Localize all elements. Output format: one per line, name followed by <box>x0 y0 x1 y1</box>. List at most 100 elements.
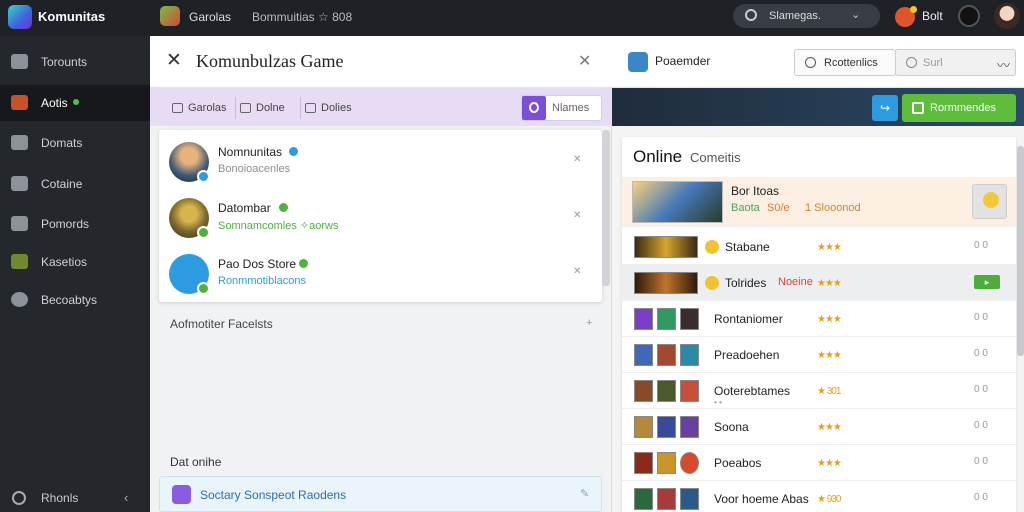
game-thumbnail <box>634 416 653 438</box>
sidebar-item-label: Kasetios <box>41 255 88 269</box>
app-logo-icon[interactable] <box>8 5 32 29</box>
game-thumbnail <box>680 380 699 402</box>
sidebar-item-label: Domats <box>41 136 83 150</box>
panel-header: Poaemder Rcottenlics Surl 〰 <box>612 36 1024 88</box>
refresh-icon[interactable] <box>628 52 648 72</box>
game-tile-icon <box>11 95 28 110</box>
tab-dolne[interactable]: Dolne <box>235 97 285 119</box>
verified-icon <box>299 259 308 268</box>
game-thumbnail <box>657 380 676 402</box>
play-button[interactable]: ▸ <box>974 275 1000 289</box>
game-thumbnail <box>634 452 653 474</box>
recommendations-button[interactable]: Rcottenlics <box>794 49 896 76</box>
smile-icon <box>705 240 719 254</box>
rating: ★★★ <box>817 458 842 469</box>
sidebar-item-kasetios[interactable]: Kasetios <box>0 244 150 280</box>
list-item[interactable]: Stabane ★★★ 0 0 <box>622 229 1016 265</box>
game-thumbnail <box>634 380 653 402</box>
add-icon[interactable]: + <box>586 317 592 329</box>
sidebar-bottom[interactable]: Rhonls ‹ <box>0 478 150 512</box>
friend-list: Nomnunitas Bonoioacenles ✕ Datombar Somn… <box>159 130 602 302</box>
verified-icon <box>279 203 288 212</box>
game-name: Soona <box>714 420 749 434</box>
game-icon[interactable] <box>160 6 180 26</box>
list-item[interactable]: Soona ★★★ 0 0 <box>622 409 1016 445</box>
rating: ★★★ <box>817 422 842 433</box>
tab-label: Garolas <box>188 102 227 114</box>
game-thumbnail <box>657 416 676 438</box>
featured-game[interactable]: Bor Itoas Baota S0/e 1 Slooonod <box>622 177 1016 227</box>
rating: ★★★ <box>817 278 842 289</box>
edit-icon[interactable]: ✎ <box>580 487 589 500</box>
react-button[interactable] <box>972 184 1007 219</box>
sidebar-item-becoabtys[interactable]: Becoabtys <box>0 282 150 318</box>
avatar-dark-icon[interactable] <box>958 5 980 27</box>
list-item[interactable]: Rontaniomer ★★★ 0 0 <box>622 301 1016 337</box>
sidebar-item-torounts[interactable]: Torounts <box>0 44 150 80</box>
game-thumbnail <box>634 344 653 366</box>
sidebar-item-domats[interactable]: Domats <box>0 125 150 161</box>
dismiss-icon[interactable]: ✕ <box>573 266 581 277</box>
game-thumbnail <box>680 452 699 474</box>
list-item[interactable]: Pao Dos Store Ronmmotiblacons ✕ <box>159 244 602 300</box>
list-icon <box>11 54 28 69</box>
game-thumbnail <box>634 236 698 258</box>
status-badge <box>197 170 210 183</box>
list-item[interactable]: Nomnunitas Bonoioacenles ✕ <box>159 132 602 188</box>
character-icon <box>11 254 28 269</box>
panel-search-input[interactable]: Surl 〰 <box>895 49 1016 76</box>
game-thumbnail <box>657 488 676 510</box>
close-icon[interactable]: ✕ <box>578 51 591 71</box>
game-thumbnail <box>632 181 723 223</box>
check-icon <box>912 102 924 114</box>
dialog-tabs: Garolas Dolne Dolies Nlames <box>150 88 612 126</box>
sidebar-item-cotaine[interactable]: Cotaine <box>0 166 150 202</box>
share-button[interactable]: ↪ <box>872 95 898 121</box>
game-thumbnail <box>657 308 676 330</box>
recommend-button[interactable]: Rormmendes <box>902 94 1016 122</box>
list-item[interactable]: Datombar Somnamcomles ✧aorws ✕ <box>159 188 602 244</box>
lock-icon <box>305 103 316 113</box>
tab-label: Dolies <box>321 102 352 114</box>
game-name: Preadoehen <box>714 348 780 362</box>
puzzle-icon <box>11 135 28 150</box>
online-subtitle: Comeitis <box>690 150 741 165</box>
page-count: 0 0 <box>974 312 988 323</box>
chevron-left-icon[interactable]: ‹ <box>124 490 128 505</box>
online-dot <box>73 99 79 105</box>
list-item[interactable]: Voor hoeme Abas ★ 930 0 0 <box>622 481 1016 512</box>
nav-item[interactable]: Garolas <box>189 10 231 24</box>
close-icon[interactable]: ✕ <box>166 49 182 72</box>
game-dialog: ✕ Komunbulzas Game ✕ Garolas Dolne Dolie… <box>150 36 612 512</box>
dismiss-icon[interactable]: ✕ <box>573 210 581 221</box>
game-meta: • • <box>714 398 722 407</box>
list-item[interactable]: Tolrides Noeine ★★★ ▸ <box>622 265 1016 301</box>
sidebar-item-aotis[interactable]: Aotis <box>0 85 150 121</box>
sidebar-item-pomords[interactable]: Pomords <box>0 206 150 242</box>
game-thumbnail <box>657 344 676 366</box>
right-panel: Poaemder Rcottenlics Surl 〰 ↪ Rormmendes… <box>612 36 1024 512</box>
list-item[interactable]: Poeabos ★★★ 0 0 <box>622 445 1016 481</box>
scrollbar[interactable] <box>602 130 610 286</box>
tab-garolas[interactable]: Garolas <box>168 97 227 119</box>
dialog-search[interactable]: Nlames <box>521 95 602 121</box>
sidebar-item-label: Becoabtys <box>41 293 98 307</box>
top-search[interactable]: Slamegas. ⌄ <box>733 4 880 28</box>
scrollbar[interactable] <box>1017 146 1024 356</box>
wave-icon[interactable]: 〰 <box>997 55 1010 74</box>
dismiss-icon[interactable]: ✕ <box>573 154 581 165</box>
avatar-user-icon[interactable] <box>994 3 1020 29</box>
search-button[interactable] <box>522 96 546 120</box>
sidebar: Torounts Aotis Domats Cotaine Pomords Ka… <box>0 36 150 512</box>
list-item[interactable]: Preadoehen ★★★ 0 0 <box>622 337 1016 373</box>
notification-bar[interactable]: Soctary Sonspeot Raodens ✎ <box>159 476 602 512</box>
friend-name: Nomnunitas <box>218 145 283 159</box>
nav-item[interactable]: Bommuitias ☆ 808 <box>252 10 352 24</box>
friend-status: Bonoioacenles <box>218 163 291 175</box>
list-item[interactable]: Ooterebtames • • ★ 301 0 0 <box>622 373 1016 409</box>
chevron-down-icon[interactable]: ⌄ <box>851 8 860 21</box>
game-thumbnail <box>634 488 653 510</box>
user-name[interactable]: Bolt <box>922 9 943 23</box>
section-heading: Dat onihe <box>170 455 222 469</box>
tab-dolies[interactable]: Dolies <box>300 97 352 119</box>
